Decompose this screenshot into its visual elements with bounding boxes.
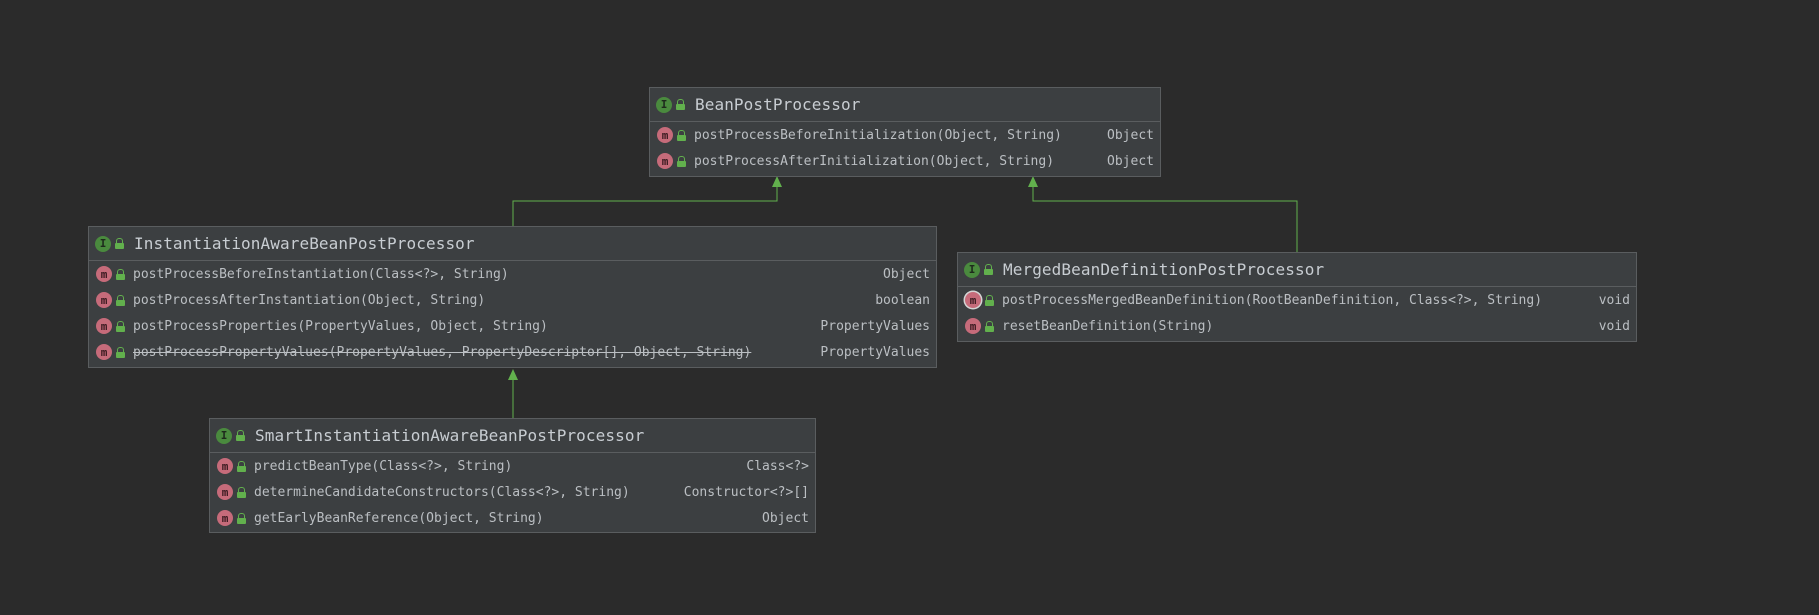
method-row[interactable]: m postProcessProperties(PropertyValues, …	[89, 313, 936, 339]
method-icon: m	[96, 318, 112, 334]
method-signature: postProcessPropertyValues(PropertyValues…	[133, 344, 752, 360]
public-lock-icon	[236, 430, 245, 441]
public-lock-icon	[237, 512, 246, 524]
method-signature: postProcessBeforeInitialization(Object, …	[694, 127, 1062, 143]
method-row[interactable]: m determineCandidateConstructors(Class<?…	[210, 479, 815, 505]
class-node-header: I SmartInstantiationAwareBeanPostProcess…	[210, 419, 815, 453]
method-signature: predictBeanType(Class<?>, String)	[254, 458, 513, 474]
class-name: MergedBeanDefinitionPostProcessor	[1003, 260, 1325, 279]
arrowhead-icon	[1028, 176, 1038, 187]
public-lock-icon	[116, 320, 125, 332]
public-lock-icon	[985, 320, 994, 332]
method-row-deprecated[interactable]: m postProcessPropertyValues(PropertyValu…	[89, 339, 936, 365]
method-return-type: boolean	[875, 292, 930, 308]
public-lock-icon	[115, 238, 124, 249]
method-row[interactable]: m postProcessBeforeInstantiation(Class<?…	[89, 261, 936, 287]
method-signature: getEarlyBeanReference(Object, String)	[254, 510, 544, 526]
method-signature: postProcessAfterInitialization(Object, S…	[694, 153, 1055, 169]
class-name: BeanPostProcessor	[695, 95, 861, 114]
method-icon: m	[217, 510, 233, 526]
method-icon: m	[657, 127, 673, 143]
method-return-type: void	[1598, 318, 1630, 334]
method-return-type: Object	[883, 266, 930, 282]
public-lock-icon	[984, 264, 993, 275]
method-row[interactable]: m postProcessAfterInstantiation(Object, …	[89, 287, 936, 313]
method-signature: postProcessBeforeInstantiation(Class<?>,…	[133, 266, 509, 282]
edge-mergedbeandefinition-to-beanpostprocessor	[1032, 184, 1298, 252]
public-lock-icon	[116, 346, 125, 358]
class-node-instantiationawarebeanpostprocessor[interactable]: I InstantiationAwareBeanPostProcessor m …	[88, 226, 937, 368]
method-row[interactable]: m predictBeanType(Class<?>, String) Clas…	[210, 453, 815, 479]
class-node-header: I BeanPostProcessor	[650, 88, 1160, 122]
public-lock-icon	[237, 460, 246, 472]
uml-class-diagram: I BeanPostProcessor m postProcessBeforeI…	[0, 0, 1819, 615]
public-lock-icon	[116, 268, 125, 280]
public-lock-icon	[676, 99, 685, 110]
method-return-type: Class<?>	[746, 458, 809, 474]
method-signature: postProcessProperties(PropertyValues, Ob…	[133, 318, 548, 334]
method-icon: m	[217, 458, 233, 474]
method-icon: m	[217, 484, 233, 500]
method-signature: postProcessMergedBeanDefinition(RootBean…	[1002, 292, 1543, 308]
interface-icon: I	[216, 427, 232, 444]
public-lock-icon	[116, 294, 125, 306]
interface-icon: I	[656, 96, 672, 113]
method-signature: postProcessAfterInstantiation(Object, St…	[133, 292, 486, 308]
method-return-type: Object	[762, 510, 809, 526]
method-row[interactable]: m postProcessMergedBeanDefinition(RootBe…	[958, 287, 1636, 313]
method-icon: m	[657, 153, 673, 169]
arrowhead-icon	[508, 369, 518, 380]
edge-instantiationaware-to-beanpostprocessor	[512, 184, 778, 226]
method-override-icon: m	[965, 292, 981, 308]
class-name: InstantiationAwareBeanPostProcessor	[134, 234, 475, 253]
interface-icon: I	[95, 235, 111, 252]
class-node-smartinstantiationawarebeanpostprocessor[interactable]: I SmartInstantiationAwareBeanPostProcess…	[209, 418, 816, 533]
class-node-beanpostprocessor[interactable]: I BeanPostProcessor m postProcessBeforeI…	[649, 87, 1161, 177]
class-name: SmartInstantiationAwareBeanPostProcessor	[255, 426, 645, 445]
method-return-type: Object	[1107, 153, 1154, 169]
method-icon: m	[96, 292, 112, 308]
method-icon: m	[96, 266, 112, 282]
method-return-type: Object	[1107, 127, 1154, 143]
method-icon: m	[965, 318, 981, 334]
method-return-type: Constructor<?>[]	[683, 484, 809, 500]
method-row[interactable]: m getEarlyBeanReference(Object, String) …	[210, 505, 815, 531]
method-row[interactable]: m resetBeanDefinition(String) void	[958, 313, 1636, 339]
method-icon: m	[96, 344, 112, 360]
class-node-header: I MergedBeanDefinitionPostProcessor	[958, 253, 1636, 287]
method-return-type: PropertyValues	[820, 344, 930, 360]
public-lock-icon	[677, 155, 686, 167]
method-row[interactable]: m postProcessAfterInitialization(Object,…	[650, 148, 1160, 174]
method-return-type: PropertyValues	[820, 318, 930, 334]
class-node-header: I InstantiationAwareBeanPostProcessor	[89, 227, 936, 261]
method-return-type: void	[1598, 292, 1630, 308]
method-signature: resetBeanDefinition(String)	[1002, 318, 1214, 334]
method-signature: determineCandidateConstructors(Class<?>,…	[254, 484, 630, 500]
arrowhead-icon	[772, 176, 782, 187]
class-node-mergedbeandefinitionpostprocessor[interactable]: I MergedBeanDefinitionPostProcessor m po…	[957, 252, 1637, 342]
public-lock-icon	[677, 129, 686, 141]
public-lock-icon	[985, 294, 994, 306]
public-lock-icon	[237, 486, 246, 498]
interface-icon: I	[964, 261, 980, 278]
method-row[interactable]: m postProcessBeforeInitialization(Object…	[650, 122, 1160, 148]
